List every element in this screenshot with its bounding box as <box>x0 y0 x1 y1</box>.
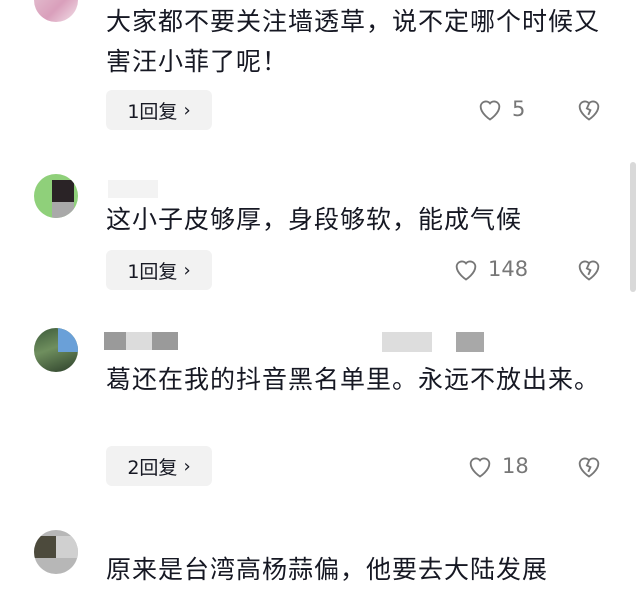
broken-heart-icon <box>578 457 600 478</box>
like-count: 5 <box>512 97 526 121</box>
reply-count-button[interactable]: 2回复 › <box>106 446 212 486</box>
like-button[interactable]: 148 <box>452 256 528 282</box>
scrollbar[interactable] <box>630 162 636 292</box>
chevron-right-icon: › <box>183 99 191 121</box>
like-count: 148 <box>488 257 529 281</box>
username-blur <box>456 332 484 352</box>
chevron-right-icon: › <box>183 455 191 477</box>
like-button[interactable]: 18 <box>466 453 529 479</box>
avatar[interactable] <box>34 0 78 22</box>
dislike-button[interactable] <box>575 256 603 286</box>
like-count: 18 <box>502 454 529 478</box>
chevron-right-icon: › <box>183 259 191 281</box>
reply-count-label: 2回复 <box>127 456 178 479</box>
username[interactable] <box>104 332 178 350</box>
comment-text: 大家都不要关注墙透草，说不定哪个时候又害汪小菲了呢！ <box>106 7 601 76</box>
comment-text: 这小子皮够厚，身段够软，能成气候 <box>106 205 523 234</box>
reply-count-button[interactable]: 1回复 › <box>106 90 212 130</box>
avatar[interactable] <box>34 328 78 372</box>
heart-outline-icon <box>479 100 501 121</box>
dislike-button[interactable] <box>575 96 603 126</box>
heart-outline-icon <box>469 457 491 478</box>
reply-count-label: 1回复 <box>127 260 178 283</box>
comment-text: 原来是台湾高杨蒜偏，他要去大陆发展 <box>106 555 549 584</box>
dislike-button[interactable] <box>575 453 603 483</box>
like-button[interactable]: 5 <box>476 96 525 122</box>
avatar[interactable] <box>34 174 78 218</box>
avatar[interactable] <box>34 530 78 574</box>
comment-text: 葛还在我的抖音黑名单里。永远不放出来。 <box>106 365 601 394</box>
broken-heart-icon <box>578 100 600 121</box>
username-blur <box>382 332 432 352</box>
username[interactable] <box>108 180 158 198</box>
heart-outline-icon <box>455 260 477 281</box>
broken-heart-icon <box>578 260 600 281</box>
reply-count-label: 1回复 <box>127 100 178 123</box>
reply-count-button[interactable]: 1回复 › <box>106 250 212 290</box>
